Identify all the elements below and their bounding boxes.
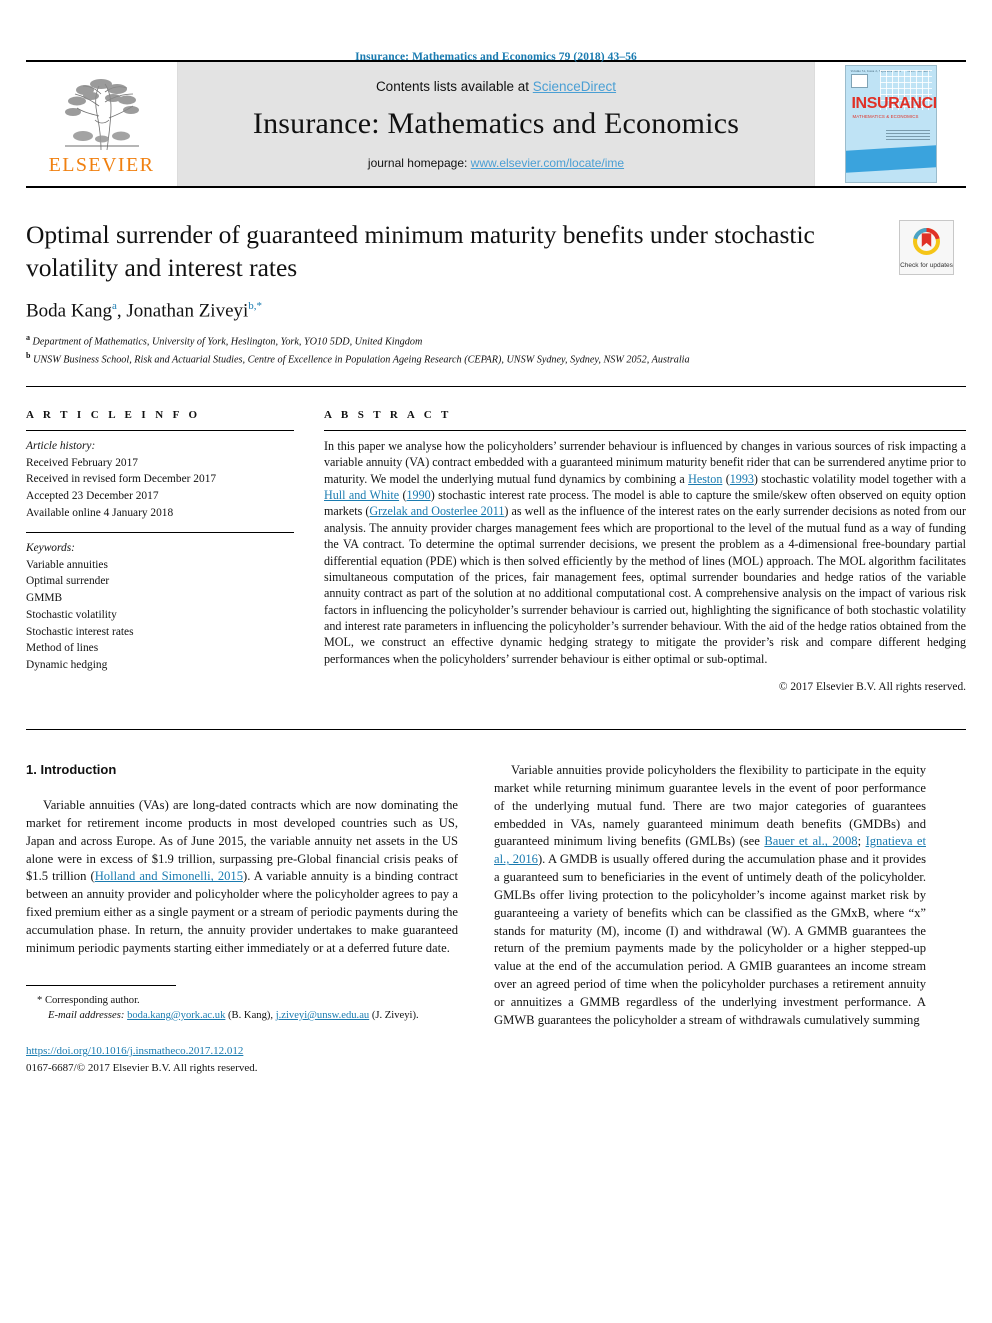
cover-text-block	[885, 130, 930, 140]
issn-copyright-line: 0167-6687/© 2017 Elsevier B.V. All right…	[26, 1061, 258, 1074]
abstract-seg-2: (	[722, 471, 730, 486]
running-head: Insurance: Mathematics and Economics 79 …	[355, 51, 637, 63]
abstract-rule	[324, 429, 966, 431]
journal-cover-thumbnail: Volume 51, Issue 2, September 2012 ISSN …	[814, 62, 966, 186]
keyword-6: Dynamic hedging	[26, 659, 108, 672]
cover-title: INSURANCE	[851, 95, 937, 112]
keyword-4: Stochastic interest rates	[26, 625, 134, 638]
journal-banner: ELSEVIER Contents lists available at Sci…	[26, 60, 966, 188]
doi-block: https://doi.org/10.1016/j.insmatheco.201…	[26, 1043, 458, 1076]
article-info-column: A R T I C L E I N F O Article history: R…	[26, 409, 294, 693]
email-link-ziveyi[interactable]: j.ziveyi@unsw.edu.au	[276, 1010, 370, 1021]
affil-b-text: UNSW Business School, Risk and Actuarial…	[30, 354, 690, 366]
cover-elsevier-mark	[850, 74, 868, 88]
cover-blue-band	[845, 144, 936, 174]
citation-grzelak-oosterlee[interactable]: Grzelak and Oosterlee 2011	[369, 504, 504, 518]
title-block: Optimal surrender of guaranteed minimum …	[26, 218, 966, 368]
journal-homepage-line: journal homepage: www.elsevier.com/locat…	[368, 156, 624, 170]
footnote-block: * Corresponding author. E-mail addresses…	[26, 993, 458, 1024]
email-link-kang[interactable]: boda.kang@york.ac.uk	[127, 1010, 225, 1021]
abstract-seg-4: (	[399, 488, 407, 503]
intro-right-seg-2: ;	[857, 834, 866, 849]
elsevier-tree-icon	[55, 76, 149, 154]
email-addresses-note: E-mail addresses: boda.kang@york.ac.uk (…	[26, 1008, 458, 1023]
article-info-rule	[26, 429, 294, 431]
author-name-2: , Jonathan Ziveyi	[116, 300, 249, 322]
sciencedirect-link[interactable]: ScienceDirect	[533, 79, 616, 94]
footnote-separator	[26, 984, 176, 986]
contents-lists-prefix: Contents lists available at	[375, 78, 533, 94]
journal-banner-center: Contents lists available at ScienceDirec…	[178, 62, 814, 186]
intro-paragraph-right: Variable annuities provide policyholders…	[494, 762, 926, 1029]
divider-above-info	[26, 385, 966, 387]
body-column-right: Variable annuities provide policyholders…	[494, 762, 926, 1076]
author-name-1: Boda Kang	[26, 300, 113, 322]
keywords-label: Keywords:	[26, 541, 75, 554]
article-history-label: Article history:	[26, 439, 96, 452]
article-page: Insurance: Mathematics and Economics 79 …	[0, 0, 992, 1323]
keyword-0: Variable annuities	[26, 558, 108, 571]
divider-above-body	[26, 729, 966, 731]
corresponding-author-note: * Corresponding author.	[37, 994, 140, 1006]
body-columns: 1. Introduction Variable annuities (VAs)…	[26, 762, 966, 1076]
section-heading-introduction: 1. Introduction	[26, 762, 117, 778]
affiliation-a: a Department of Mathematics, University …	[26, 332, 866, 350]
affil-a-text: Department of Mathematics, University of…	[30, 336, 423, 347]
abstract-text: In this paper we analyse how the policyh…	[324, 438, 966, 667]
article-history-0: Received February 2017	[26, 456, 138, 469]
keywords-rule	[26, 531, 294, 533]
abstract-heading: A B S T R A C T	[324, 408, 452, 421]
crossmark-badge[interactable]: Check for updates	[899, 220, 954, 275]
doi-link[interactable]: https://doi.org/10.1016/j.insmatheco.201…	[26, 1043, 458, 1060]
cover-subtitle: MATHEMATICS & ECONOMICS	[852, 114, 919, 119]
journal-title: Insurance: Mathematics and Economics	[252, 106, 740, 140]
journal-homepage-link[interactable]: www.elsevier.com/locate/ime	[471, 156, 624, 170]
keyword-5: Method of lines	[26, 642, 99, 655]
citation-hull-white[interactable]: Hull and White	[324, 488, 399, 502]
article-history-1: Received in revised form December 2017	[26, 473, 217, 486]
article-info-heading: A R T I C L E I N F O	[26, 408, 201, 421]
intro-right-seg-3: ). A GMDB is usually offered during the …	[494, 852, 926, 1027]
abstract-column: A B S T R A C T In this paper we analyse…	[316, 409, 966, 693]
intro-paragraph-left: Variable annuities (VAs) are long-dated …	[26, 797, 458, 957]
author-2-affil-marker: b,*	[248, 300, 263, 313]
keyword-3: Stochastic volatility	[26, 608, 117, 621]
cover-image: Volume 51, Issue 2, September 2012 ISSN …	[844, 65, 937, 183]
elsevier-logo: ELSEVIER	[26, 62, 178, 186]
email-label: E-mail addresses:	[48, 1009, 125, 1021]
citation-holland-simonelli[interactable]: Holland and Simonelli, 2015	[95, 869, 243, 883]
abstract-seg-6: ) as well as the influence of the intere…	[324, 504, 966, 666]
keyword-2: GMMB	[26, 592, 63, 605]
email-owner-1: (B. Kang),	[225, 1009, 276, 1021]
article-history-3: Available online 4 January 2018	[26, 507, 174, 520]
crossmark-icon	[913, 227, 940, 260]
page-title: Optimal surrender of guaranteed minimum …	[26, 220, 815, 283]
info-abstract-section: A R T I C L E I N F O Article history: R…	[26, 409, 966, 693]
abstract-seg-3: ) stochastic volatility model together w…	[753, 471, 966, 486]
article-history-2: Accepted 23 December 2017	[26, 490, 159, 503]
email-owner-2: (J. Ziveyi).	[369, 1009, 419, 1021]
affiliation-b: b UNSW Business School, Risk and Actuari…	[26, 350, 866, 368]
keyword-1: Optimal surrender	[26, 575, 110, 588]
citation-heston[interactable]: Heston	[688, 472, 722, 486]
contents-lists-line: Contents lists available at ScienceDirec…	[376, 79, 616, 94]
body-column-left: 1. Introduction Variable annuities (VAs)…	[26, 762, 458, 1076]
homepage-prefix: journal homepage:	[367, 155, 471, 170]
abstract-copyright: © 2017 Elsevier B.V. All rights reserved…	[778, 681, 966, 694]
author-list: Boda Kanga, Jonathan Ziveyib,*	[26, 300, 866, 322]
citation-hull-white-year[interactable]: 1990	[407, 488, 431, 502]
citation-bauer-et-al[interactable]: Bauer et al., 2008	[764, 834, 857, 848]
elsevier-wordmark: ELSEVIER	[48, 153, 155, 176]
crossmark-label: Check for updates	[900, 261, 953, 269]
citation-heston-year[interactable]: 1993	[730, 472, 754, 486]
